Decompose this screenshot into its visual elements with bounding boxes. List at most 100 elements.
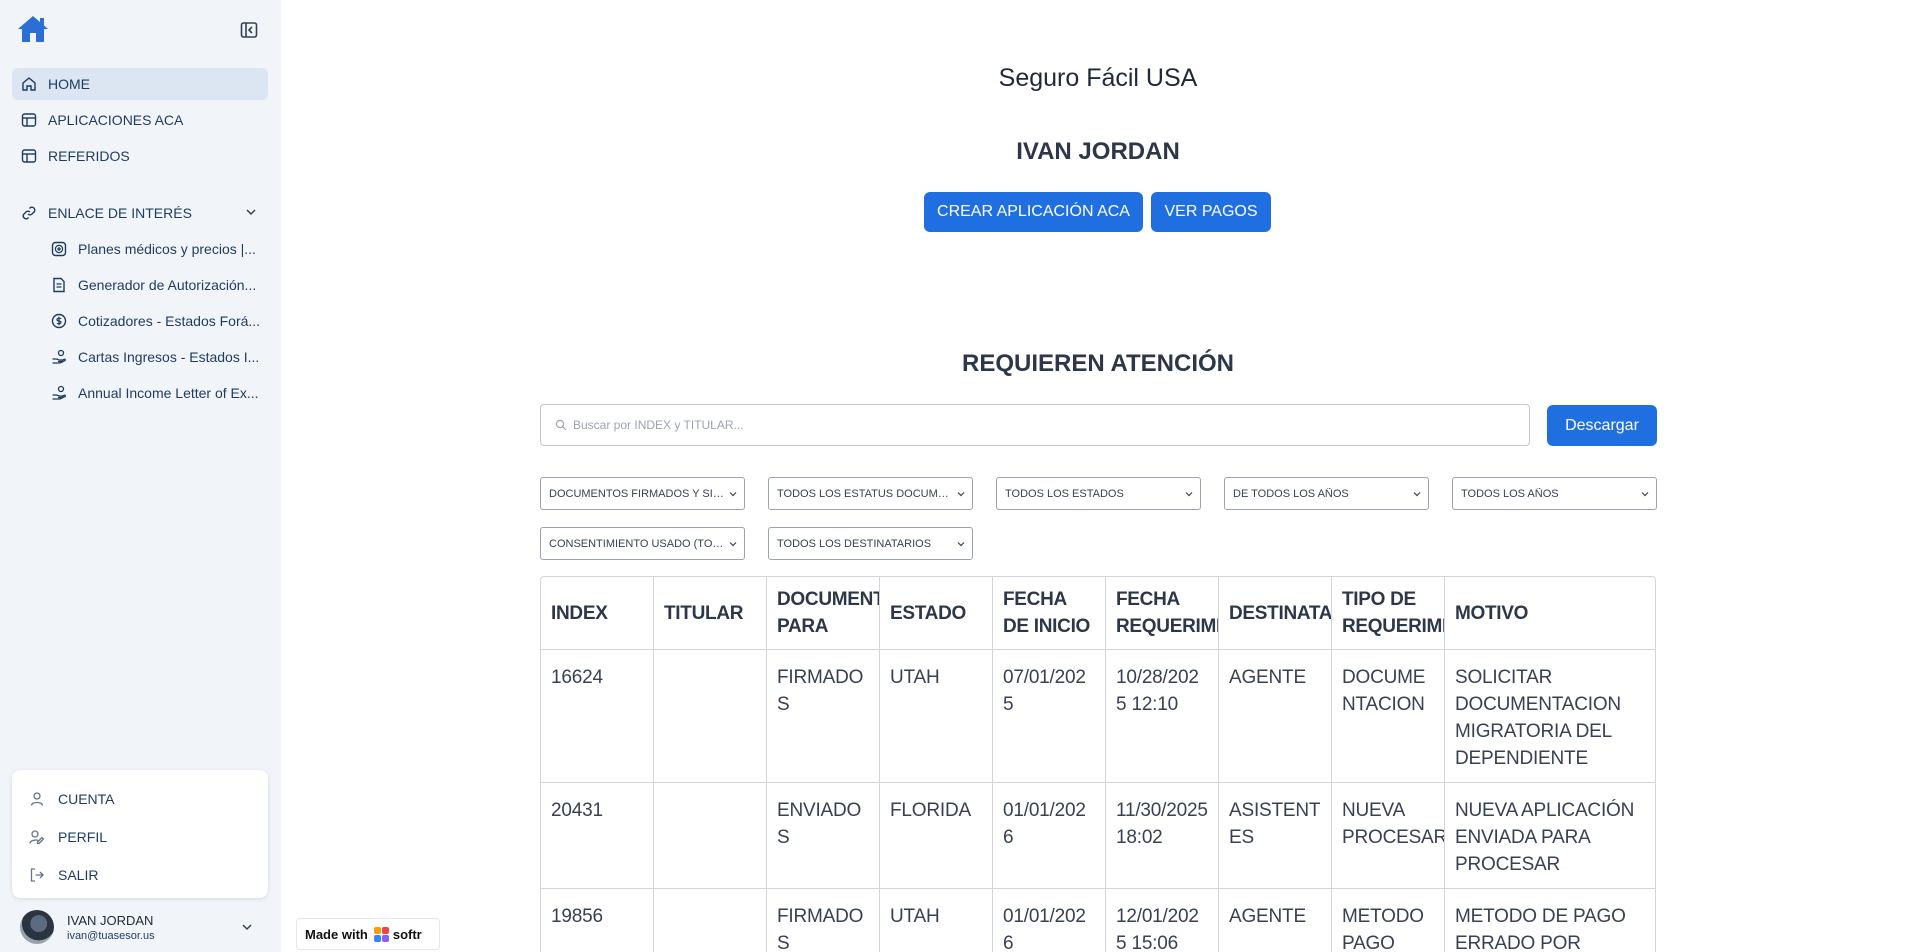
sub-item-cartas-ingresos[interactable]: Cartas Ingresos - Estados I... xyxy=(44,341,268,373)
filter-value: TODOS LOS AÑOS xyxy=(1461,487,1559,500)
sub-item-label: Planes médicos y precios |... xyxy=(78,241,256,257)
table-cell xyxy=(654,650,767,782)
column-header[interactable]: DESTINATARIO xyxy=(1219,577,1332,649)
table-cell: FIRMADOS xyxy=(767,650,880,782)
table-cell: METODO DE PAGO ERRADO POR FAVOR xyxy=(1455,906,1626,952)
filter-estatus-documentos[interactable]: TODOS LOS ESTATUS DOCUMENTOS xyxy=(768,477,973,510)
filter-consentimiento[interactable]: CONSENTIMIENTO USADO (TODOS) xyxy=(540,527,745,560)
sidebar: HOME APLICACIONES ACA REFERIDOS ENLACE D… xyxy=(0,0,281,952)
column-header[interactable]: DOCUMENTOS PARA xyxy=(767,577,880,649)
avatar xyxy=(20,910,54,944)
view-payments-button[interactable]: VER PAGOS xyxy=(1151,192,1271,232)
column-header[interactable]: INDEX xyxy=(541,577,654,649)
table-cell: ENVIADOS xyxy=(767,783,880,888)
column-header[interactable]: FECHA DE INICIO xyxy=(993,577,1106,649)
page-title: IVAN JORDAN xyxy=(1016,138,1180,165)
nav-item-label: REFERIDOS xyxy=(48,148,130,164)
sub-item-planes-medicos[interactable]: Planes médicos y precios |... xyxy=(44,233,268,265)
table-cell: 07/01/2025 xyxy=(993,650,1106,782)
sub-item-generador-autorizacion[interactable]: Generador de Autorización... xyxy=(44,269,268,301)
badge-brand: softr xyxy=(392,926,422,942)
chevron-down-icon xyxy=(244,205,258,219)
table-icon xyxy=(20,147,38,165)
filter-de-anos[interactable]: DE TODOS LOS AÑOS xyxy=(1224,477,1429,510)
chevron-down-icon xyxy=(240,920,254,934)
filter-anos[interactable]: TODOS LOS AÑOS xyxy=(1452,477,1657,510)
table-cell xyxy=(654,889,767,952)
user-edit-icon xyxy=(28,828,46,846)
filter-value: DOCUMENTOS FIRMADOS Y SIN ENVIAR xyxy=(549,487,724,500)
account-menu-label: SALIR xyxy=(58,867,99,883)
chevron-down-icon xyxy=(956,489,966,499)
create-aca-application-button[interactable]: CREAR APLICACIÓN ACA xyxy=(924,192,1143,232)
filter-value: CONSENTIMIENTO USADO (TODOS) xyxy=(549,537,724,550)
table-cell: 01/01/2026 xyxy=(993,783,1106,888)
user-name: IVAN JORDAN xyxy=(67,913,154,928)
nav-group-enlace-de-interes[interactable]: ENLACE DE INTERÉS xyxy=(12,197,268,229)
table-cell: SOLICITAR DOCUMENTACION MIGRATORIA DEL D… xyxy=(1455,667,1621,769)
softr-logo-icon xyxy=(373,926,389,942)
account-menu-perfil[interactable]: PERFIL xyxy=(28,824,107,850)
user-menu[interactable]: IVAN JORDAN ivan@tuasesor.us xyxy=(20,910,270,946)
account-menu-salir[interactable]: SALIR xyxy=(28,862,98,888)
sub-item-label: Cartas Ingresos - Estados I... xyxy=(78,349,260,365)
nav-item-label: APLICACIONES ACA xyxy=(48,112,184,128)
nav-item-referidos[interactable]: REFERIDOS xyxy=(12,140,268,172)
column-header[interactable]: ESTADO xyxy=(880,577,993,649)
section-title: REQUIEREN ATENCIÓN xyxy=(961,350,1234,377)
collapse-sidebar-icon[interactable] xyxy=(240,21,258,39)
account-menu-cuenta[interactable]: CUENTA xyxy=(28,786,115,812)
attention-table: INDEX TITULAR DOCUMENTOS PARA ESTADO FEC… xyxy=(540,576,1656,952)
chevron-down-icon xyxy=(1184,489,1194,499)
nav-item-home[interactable]: HOME xyxy=(12,68,268,100)
download-button[interactable]: Descargar xyxy=(1547,405,1657,446)
account-menu-label: PERFIL xyxy=(58,829,108,845)
filter-value: DE TODOS LOS AÑOS xyxy=(1233,487,1349,500)
logout-icon xyxy=(28,866,46,884)
chevron-down-icon xyxy=(1640,489,1650,499)
filter-destinatarios[interactable]: TODOS LOS DESTINATARIOS xyxy=(768,527,973,560)
chevron-down-icon xyxy=(728,489,738,499)
column-header[interactable]: MOTIVO xyxy=(1445,577,1655,649)
search-input[interactable]: Buscar por INDEX y TITULAR... xyxy=(540,404,1530,446)
column-header[interactable]: TITULAR xyxy=(654,577,767,649)
home-logo-icon[interactable] xyxy=(16,14,52,46)
column-header[interactable]: FECHA REQUERIMIENTO xyxy=(1106,577,1219,649)
made-with-softr-badge[interactable]: Made with softr xyxy=(296,918,440,950)
table-cell: DOCUMENTACION xyxy=(1332,650,1445,782)
table-cell: FIRMADOS xyxy=(767,889,880,952)
table-cell: AGENTE xyxy=(1219,650,1332,782)
search-icon xyxy=(555,419,567,431)
table-cell: 11/30/2025 18:02 xyxy=(1106,783,1219,888)
table-cell: NUEVA PROCESAR xyxy=(1332,783,1445,888)
filter-documentos[interactable]: DOCUMENTOS FIRMADOS Y SIN ENVIAR xyxy=(540,477,745,510)
table-cell: 10/28/2025 12:10 xyxy=(1106,650,1219,782)
table-cell: ASISTENTES xyxy=(1219,783,1332,888)
table-cell: 16624 xyxy=(541,650,654,782)
document-icon xyxy=(50,276,68,294)
table-cell: UTAH xyxy=(880,889,993,952)
search-placeholder: Buscar por INDEX y TITULAR... xyxy=(573,418,744,432)
badge-prefix: Made with xyxy=(305,926,368,942)
table-cell: 19856 xyxy=(541,889,654,952)
nav-item-aplicaciones-aca[interactable]: APLICACIONES ACA xyxy=(12,104,268,136)
filter-estados[interactable]: TODOS LOS ESTADOS xyxy=(996,477,1201,510)
table-cell xyxy=(654,783,767,888)
site-title: Seguro Fácil USA xyxy=(998,64,1198,92)
table-cell: METODO PAGO xyxy=(1332,889,1445,952)
column-header[interactable]: TIPO DE REQUERIMIENTO xyxy=(1332,577,1445,649)
nav-item-label: HOME xyxy=(48,76,90,92)
user-icon xyxy=(28,790,46,808)
sub-item-cotizadores[interactable]: Cotizadores - Estados Forá... xyxy=(44,305,268,337)
table-cell: 01/01/2026 xyxy=(993,889,1106,952)
hand-coins-icon xyxy=(50,348,68,366)
dollar-icon xyxy=(50,312,68,330)
filter-value: TODOS LOS ESTADOS xyxy=(1005,487,1124,500)
table-cell: UTAH xyxy=(880,650,993,782)
chevron-down-icon xyxy=(728,539,738,549)
table-cell: 12/01/2025 15:06 xyxy=(1106,889,1219,952)
home-icon xyxy=(20,75,38,93)
sub-item-annual-income-letter[interactable]: Annual Income Letter of Ex... xyxy=(44,377,268,409)
sub-item-label: Annual Income Letter of Ex... xyxy=(78,385,259,401)
table-cell: 20431 xyxy=(541,783,654,888)
